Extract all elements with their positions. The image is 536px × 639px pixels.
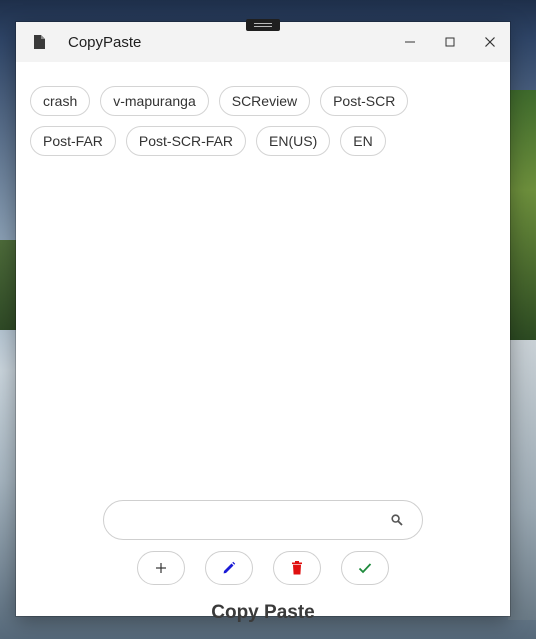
window-title: CopyPaste: [68, 33, 142, 51]
minimize-icon: [405, 41, 415, 43]
action-bar: [137, 551, 389, 585]
pencil-icon: [223, 561, 236, 574]
window-content: crash v-mapuranga SCReview Post-SCR Post…: [16, 62, 510, 623]
app-window: CopyPaste crash v-mapuranga SCReview Pos…: [16, 22, 510, 623]
plus-icon: [156, 563, 166, 573]
search-icon[interactable]: [390, 513, 404, 527]
wallpaper-trees-right: [508, 90, 536, 340]
close-button[interactable]: [470, 22, 510, 62]
maximize-icon: [445, 37, 455, 47]
confirm-button[interactable]: [341, 551, 389, 585]
tag-chip-screview[interactable]: SCReview: [218, 86, 311, 116]
search-box: [103, 500, 423, 540]
wallpaper-water-right: [508, 340, 536, 620]
add-button[interactable]: [137, 551, 185, 585]
tag-chip-en-us[interactable]: EN(US): [256, 126, 331, 156]
search-input[interactable]: [122, 512, 390, 528]
tag-chip-post-scr-far[interactable]: Post-SCR-FAR: [125, 126, 247, 156]
trash-icon: [292, 561, 302, 575]
check-icon: [358, 563, 372, 574]
tag-list: crash v-mapuranga SCReview Post-SCR Post…: [30, 86, 496, 156]
close-icon: [485, 37, 495, 47]
tag-chip-post-far[interactable]: Post-FAR: [30, 126, 116, 156]
tag-chip-v-mapuranga[interactable]: v-mapuranga: [100, 86, 209, 116]
maximize-button[interactable]: [430, 22, 470, 62]
snap-layout-handle[interactable]: [246, 19, 280, 31]
tag-chip-en[interactable]: EN: [340, 126, 386, 156]
tag-chip-post-scr[interactable]: Post-SCR: [320, 86, 409, 116]
app-footer-title: Copy Paste: [211, 602, 315, 623]
minimize-button[interactable]: [390, 22, 430, 62]
edit-button[interactable]: [205, 551, 253, 585]
tag-chip-crash[interactable]: crash: [30, 86, 91, 116]
document-icon: [16, 35, 62, 49]
delete-button[interactable]: [273, 551, 321, 585]
